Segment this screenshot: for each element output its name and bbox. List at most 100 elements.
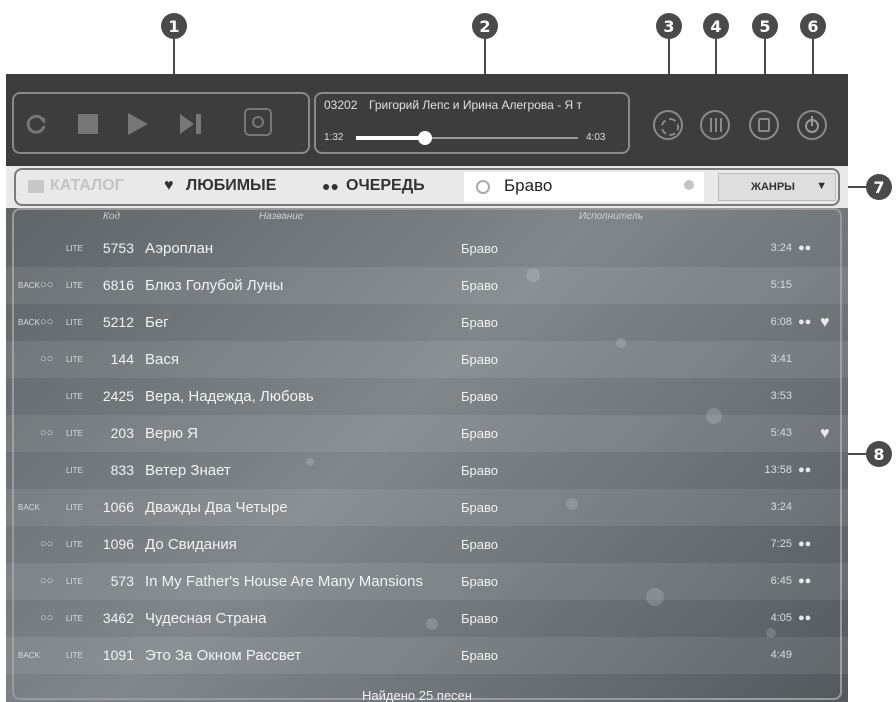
playlist-record-icon[interactable] xyxy=(749,110,779,140)
song-row[interactable]: LITE 833 Ветер Знает Браво 13:58 ●● xyxy=(6,452,848,489)
song-artist: Браво xyxy=(461,278,498,293)
song-duration: 3:24 xyxy=(770,242,792,254)
callout-1: 1 xyxy=(161,13,187,39)
refresh-icon[interactable] xyxy=(24,112,48,136)
duet-icon: ○○ xyxy=(40,353,54,365)
search-input[interactable]: Браво xyxy=(504,176,552,196)
song-artist: Браво xyxy=(461,315,498,330)
queue-icon[interactable]: ●● xyxy=(798,526,811,563)
song-duration: 6:08 xyxy=(770,316,792,328)
queue-icon[interactable]: ●● xyxy=(798,230,811,267)
callout-5: 5 xyxy=(752,13,778,39)
top-bar: 03202 Григорий Лепс и Ирина Алегрова - Я… xyxy=(6,74,848,162)
duet-icon: ○○ xyxy=(40,575,54,587)
callout-7: 7 xyxy=(866,174,892,200)
chevron-down-icon: ▼ xyxy=(816,180,827,192)
queue-icon[interactable]: ●● xyxy=(798,563,811,600)
duet-icon: ○○ xyxy=(40,279,54,291)
settings-gear-icon[interactable] xyxy=(653,110,683,140)
favorite-heart-icon[interactable]: ♥ xyxy=(820,304,830,341)
song-artist: Браво xyxy=(461,500,498,515)
mixer-icon[interactable] xyxy=(700,110,730,140)
duet-icon: ○○ xyxy=(40,612,54,624)
progress-knob[interactable] xyxy=(417,131,432,145)
now-playing-code: 03202 xyxy=(324,98,358,112)
song-row[interactable]: BACK LITE 1066 Дважды Два Четыре Браво 3:24 xyxy=(6,489,848,526)
queue-icon[interactable]: ●● xyxy=(798,304,811,341)
queue-icon[interactable]: ●● xyxy=(798,452,811,489)
total-duration: 4:03 xyxy=(586,132,606,143)
lite-badge-icon: LITE xyxy=(66,503,83,512)
song-duration: 3:41 xyxy=(770,353,792,365)
col-header-artist: Исполнитель xyxy=(579,211,644,222)
song-duration: 5:43 xyxy=(770,427,792,439)
heart-icon: ♥ xyxy=(164,177,174,194)
callout-4: 4 xyxy=(703,13,729,39)
duet-icon: ○○ xyxy=(40,427,54,439)
song-title: Бег xyxy=(145,314,169,331)
col-header-title: Название xyxy=(259,211,304,222)
genres-dropdown[interactable]: ЖАНРЫ ▼ xyxy=(718,173,836,201)
song-title: Вера, Надежда, Любовь xyxy=(145,388,314,405)
song-duration: 3:53 xyxy=(770,390,792,402)
next-icon[interactable] xyxy=(178,112,204,136)
tab-catalog-label: КАТАЛОГ xyxy=(50,177,124,194)
song-code: 1066 xyxy=(102,499,134,515)
stop-icon[interactable] xyxy=(78,114,98,134)
song-row[interactable]: ○○ LITE 3462 Чудесная Страна Браво 4:05 ●● xyxy=(6,600,848,637)
favorite-heart-icon[interactable]: ♥ xyxy=(820,415,830,452)
people-icon: ●● xyxy=(322,178,339,194)
song-artist: Браво xyxy=(461,241,498,256)
song-artist: Браво xyxy=(461,426,498,441)
song-row[interactable]: BACK LITE 1091 Это За Окном Рассвет Браво 4:4… xyxy=(6,637,848,674)
power-icon[interactable] xyxy=(797,110,827,140)
song-duration: 4:49 xyxy=(770,649,792,661)
callout-6: 6 xyxy=(800,13,826,39)
lite-badge-icon: LITE xyxy=(66,392,83,401)
song-duration: 4:05 xyxy=(770,612,792,624)
song-artist: Браво xyxy=(461,352,498,367)
record-icon[interactable] xyxy=(244,108,272,136)
song-title: In My Father's House Are Many Mansions xyxy=(145,573,423,590)
song-title: До Свидания xyxy=(145,536,237,553)
song-row[interactable]: LITE 5753 Аэроплан Браво 3:24 ●● xyxy=(6,230,848,267)
song-title: Это За Окном Рассвет xyxy=(145,647,302,664)
song-duration: 3:24 xyxy=(770,501,792,513)
song-title: Дважды Два Четыре xyxy=(145,499,288,516)
song-row[interactable]: BACK ○○ LITE 6816 Блюз Голубой Луны Браво 5:15 xyxy=(6,267,848,304)
genres-label: ЖАНРЫ xyxy=(751,181,795,193)
tab-favorites-label: ЛЮБИМЫЕ xyxy=(186,177,277,194)
lite-badge-icon: LITE xyxy=(66,429,83,438)
song-artist: Браво xyxy=(461,574,498,589)
song-artist: Браво xyxy=(461,611,498,626)
nav-bar: КАТАЛОГ ♥ ЛЮБИМЫЕ ●● ОЧЕРЕДЬ Браво ЖАНРЫ… xyxy=(6,166,848,208)
song-row[interactable]: ○○ LITE 203 Верю Я Браво 5:43 ♥ xyxy=(6,415,848,452)
search-box[interactable]: Браво xyxy=(464,172,704,202)
clear-search-icon[interactable] xyxy=(684,180,694,190)
song-duration: 7:25 xyxy=(770,538,792,550)
song-code: 3462 xyxy=(102,610,134,626)
song-artist: Браво xyxy=(461,537,498,552)
tab-queue-label: ОЧЕРЕДЬ xyxy=(346,177,425,194)
now-playing-title: Григорий Лепс и Ирина Алегрова - Я т xyxy=(369,98,582,112)
song-code: 1091 xyxy=(102,647,134,663)
lite-badge-icon: LITE xyxy=(66,466,83,475)
song-row[interactable]: ○○ LITE 573 In My Father's House Are Many M… xyxy=(6,563,848,600)
song-title: Блюз Голубой Луны xyxy=(145,277,284,294)
lite-badge-icon: LITE xyxy=(66,614,83,623)
karaoke-app: 03202 Григорий Лепс и Ирина Алегрова - Я… xyxy=(6,74,848,702)
song-row[interactable]: LITE 2425 Вера, Надежда, Любовь Браво 3:53 xyxy=(6,378,848,415)
callout-2: 2 xyxy=(472,13,498,39)
lite-badge-icon: LITE xyxy=(66,355,83,364)
play-icon[interactable] xyxy=(126,112,150,136)
callout-8: 8 xyxy=(866,441,892,467)
queue-icon[interactable]: ●● xyxy=(798,600,811,637)
song-row[interactable]: BACK ○○ LITE 5212 Бег Браво 6:08 ●● ♥ xyxy=(6,304,848,341)
song-title: Аэроплан xyxy=(145,240,214,257)
song-title: Верю Я xyxy=(145,425,198,442)
song-artist: Браво xyxy=(461,463,498,478)
song-row[interactable]: ○○ LITE 144 Вася Браво 3:41 xyxy=(6,341,848,378)
lite-badge-icon: LITE xyxy=(66,540,83,549)
song-row[interactable]: ○○ LITE 1096 До Свидания Браво 7:25 ●● xyxy=(6,526,848,563)
song-code: 833 xyxy=(110,462,134,478)
